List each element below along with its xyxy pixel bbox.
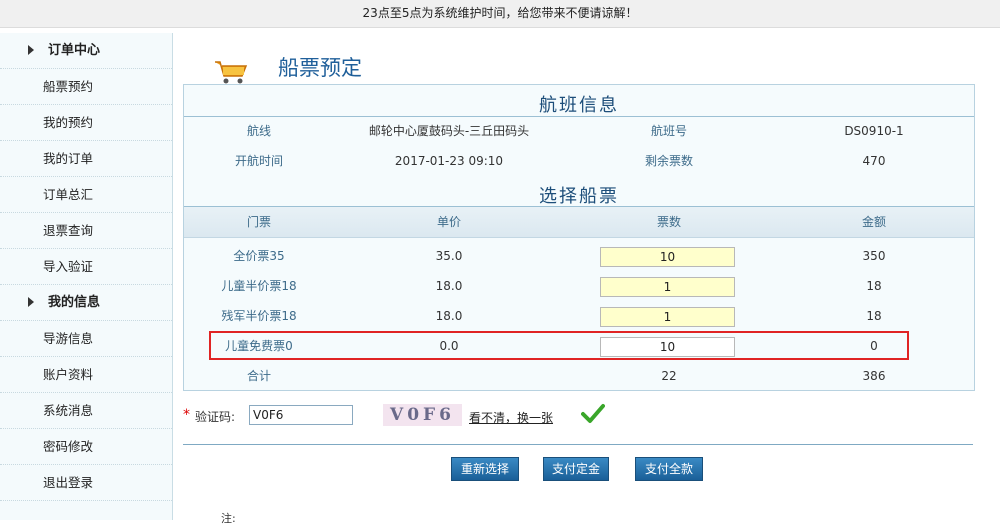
- ticket-qty-input[interactable]: 10: [600, 247, 735, 267]
- refresh-captcha-link[interactable]: 看不清，换一张: [469, 409, 553, 426]
- ticket-qty-input[interactable]: 1: [600, 277, 735, 297]
- sidebar-item-order-summary[interactable]: 订单总汇: [0, 177, 172, 213]
- ticket-name: 儿童半价票18: [221, 279, 297, 293]
- captcha-label: 验证码:: [195, 410, 236, 424]
- sidebar-item-ticket-booking[interactable]: 船票预约: [0, 69, 172, 105]
- triangle-right-icon: [28, 297, 34, 307]
- col-header-amount: 金额: [861, 215, 886, 229]
- departure-time-label: 开航时间: [234, 154, 283, 168]
- ticket-price: 18.0: [435, 279, 463, 293]
- footnote: 注:: [221, 512, 236, 525]
- captcha-input[interactable]: V0F6: [249, 405, 353, 425]
- ticket-price: 18.0: [435, 309, 463, 323]
- ticket-name: 残军半价票18: [221, 309, 297, 323]
- remaining-label: 剩余票数: [644, 154, 693, 168]
- pay-full-button[interactable]: 支付全款: [635, 457, 703, 481]
- sidebar-item-import-verify[interactable]: 导入验证: [0, 249, 172, 285]
- sidebar-item-my-bookings[interactable]: 我的预约: [0, 105, 172, 141]
- flight-no-value: DS0910-1: [844, 124, 904, 138]
- triangle-right-icon: [28, 45, 34, 55]
- sidebar-item-account[interactable]: 账户资料: [0, 357, 172, 393]
- ticket-price: 35.0: [435, 249, 463, 263]
- maintenance-notice: 23点至5点为系统维护时间，给您带来不便请谅解！: [0, 0, 1000, 28]
- pay-deposit-button[interactable]: 支付定金: [543, 457, 609, 481]
- reselect-button[interactable]: 重新选择: [451, 457, 519, 481]
- sidebar-item-messages[interactable]: 系统消息: [0, 393, 172, 429]
- sidebar-group-label: 我的信息: [48, 295, 101, 310]
- captcha-image[interactable]: V0F6: [383, 404, 462, 426]
- required-mark: *: [183, 407, 190, 423]
- col-header-ticket: 门票: [246, 215, 271, 229]
- sidebar-group-my-info[interactable]: 我的信息: [0, 285, 172, 321]
- sidebar-item-password[interactable]: 密码修改: [0, 429, 172, 465]
- select-ticket-title: 选择船票: [539, 186, 619, 207]
- sidebar-item-logout[interactable]: 退出登录: [0, 465, 172, 501]
- sidebar-item-my-orders[interactable]: 我的订单: [0, 141, 172, 177]
- checkmark-icon: [581, 404, 605, 423]
- remaining-value: 470: [862, 154, 886, 168]
- route-label: 航线: [246, 124, 271, 138]
- departure-time-value: 2017-01-23 09:10: [394, 154, 504, 168]
- flight-info-title: 航班信息: [539, 95, 619, 116]
- sidebar-item-refund-query[interactable]: 退票查询: [0, 213, 172, 249]
- total-amount: 386: [862, 369, 886, 383]
- col-header-qty: 票数: [656, 215, 681, 229]
- captcha-row: * 验证码: V0F6 V0F6 看不清，换一张: [183, 403, 973, 433]
- ticket-qty-input[interactable]: 1: [600, 307, 735, 327]
- total-qty: 22: [661, 369, 677, 383]
- sidebar-group-order-center[interactable]: 订单中心: [0, 33, 172, 69]
- ticket-amount: 18: [866, 309, 882, 323]
- ticket-name: 全价票35: [233, 249, 285, 263]
- page-title: 船票预定: [278, 56, 362, 80]
- ticket-amount: 18: [866, 279, 882, 293]
- flight-no-label: 航班号: [650, 124, 687, 138]
- col-header-price: 单价: [436, 215, 461, 229]
- sidebar: 订单中心 船票预约 我的预约 我的订单 订单总汇 退票查询 导入验证 我的信息 …: [0, 33, 173, 520]
- route-value: 邮轮中心厦鼓码头-三丘田码头: [368, 124, 530, 138]
- footer-divider: [183, 444, 973, 445]
- shopping-cart-icon: [215, 61, 248, 84]
- sidebar-item-guide-info[interactable]: 导游信息: [0, 321, 172, 357]
- sidebar-group-label: 订单中心: [48, 43, 101, 58]
- ticket-amount: 350: [862, 249, 886, 263]
- total-label: 合计: [246, 369, 271, 383]
- highlight-box: [209, 331, 909, 360]
